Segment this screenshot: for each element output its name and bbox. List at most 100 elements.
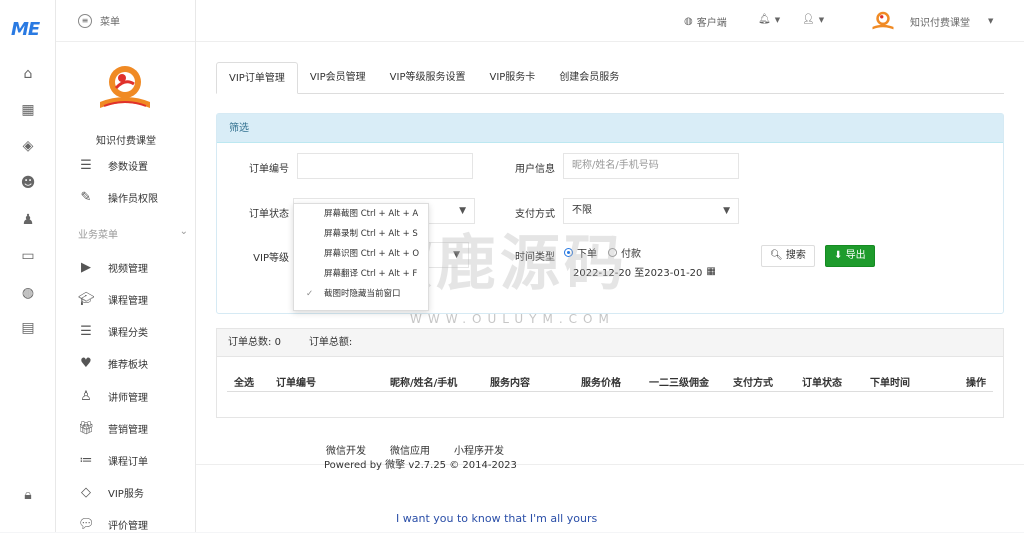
col-order-no: 订单编号 xyxy=(276,378,316,389)
gift-icon: 🎁︎ xyxy=(78,420,95,436)
check-icon: ✓ xyxy=(306,289,314,299)
footer-link-miniprogram[interactable]: 小程序开发 xyxy=(454,442,504,457)
download-icon: ⬇ xyxy=(834,250,843,261)
org-name: 知识付费课堂 xyxy=(910,17,970,29)
tab-vip-cards[interactable]: VIP服务卡 xyxy=(477,62,547,94)
client-label: 客户端 xyxy=(696,18,727,29)
divider xyxy=(227,391,993,392)
sidebar-item-course-orders[interactable]: ≔ 课程订单 xyxy=(78,451,188,469)
sidebar: ≡ 菜单 知识付费课堂 ☰ 参数设置 ✎ 操作员权限 业务菜单 ⌄ ▶ 视频管理… xyxy=(56,0,196,532)
tab-bar: VIP订单管理 VIP会员管理 VIP等级服务设置 VIP服务卡 创建会员服务 xyxy=(216,62,1004,94)
apps-icon[interactable]: ▦ xyxy=(20,102,36,118)
caret-down-icon: ▼ xyxy=(818,15,825,24)
search-label: 搜索 xyxy=(785,250,806,261)
sidebar-item-label: 讲师管理 xyxy=(108,392,148,404)
results-panel: 订单总数: 0 订单总额: 全选 订单编号 昵称/姓名/手机 服务内容 服务价格… xyxy=(216,328,1004,418)
export-button[interactable]: ⬇ 导出 xyxy=(825,245,875,267)
sidebar-item-label: 课程订单 xyxy=(108,456,148,468)
file-edit-icon: ✎ xyxy=(80,189,92,205)
filter-title: 筛选 xyxy=(217,114,1003,143)
total-orders-value: 0 xyxy=(274,337,281,348)
col-actions: 操作 xyxy=(966,378,986,389)
cube-icon[interactable]: ◈ xyxy=(20,138,36,154)
sidebar-item-vip[interactable]: ◇ VIP服务 xyxy=(78,483,188,501)
client-link[interactable]: ◍ 客户端 xyxy=(684,14,727,29)
total-amount-label: 订单总额: xyxy=(308,337,353,348)
user-info-input[interactable]: 昵称/姓名/手机号码 xyxy=(563,153,739,179)
globe-icon: ◍ xyxy=(684,16,693,27)
sidebar-item-video[interactable]: ▶ 视频管理 xyxy=(78,258,188,276)
user-lock-icon[interactable]: ♟ xyxy=(20,212,36,228)
col-pay-method: 支付方式 xyxy=(733,378,773,389)
sidebar-item-teacher[interactable]: ♙ 讲师管理 xyxy=(78,387,188,405)
search-button[interactable]: 🔍︎ 搜索 xyxy=(761,245,815,267)
sidebar-item-label: 营销管理 xyxy=(108,424,148,436)
sidebar-item-course-category[interactable]: ☰ 课程分类 xyxy=(78,322,188,340)
sidebar-item-recommend[interactable]: ♥ 推荐板块 xyxy=(78,354,188,372)
menu-item-screenshot[interactable]: 屏幕截图 Ctrl + Alt + A xyxy=(294,204,428,224)
menu-item-label: 截图时隐藏当前窗口 xyxy=(324,289,401,299)
lock-icon[interactable]: 🔒︎ xyxy=(20,487,36,503)
tab-vip-level-settings[interactable]: VIP等级服务设置 xyxy=(378,62,478,94)
sidebar-group-label: 业务菜单 xyxy=(78,230,118,241)
store-icon[interactable]: ▤ xyxy=(20,320,36,336)
footer-divider xyxy=(196,464,1024,465)
home-icon[interactable]: ⌂ xyxy=(20,66,36,82)
caret-down-icon: ▼ xyxy=(723,206,730,216)
footer-link-wechat-apps[interactable]: 微信应用 xyxy=(390,442,430,457)
play-icon: ▶ xyxy=(81,259,91,275)
sidebar-item-operator-permissions[interactable]: ✎ 操作员权限 xyxy=(78,188,188,206)
top-header: ◍ 客户端 🔔︎ ▼ 👤︎ ▼ 知识付费课堂 ▼ xyxy=(196,0,1024,42)
footer-copyright: Powered by 微擎 v2.7.25 © 2014-2023 xyxy=(324,460,517,471)
caret-down-icon: ▼ xyxy=(988,17,994,25)
tab-create-member-service[interactable]: 创建会员服务 xyxy=(547,62,631,94)
results-summary: 订单总数: 0 订单总额: xyxy=(217,329,1003,357)
caret-down-icon: ▼ xyxy=(774,15,781,24)
video-caption: I want you to know that I'm all yours xyxy=(396,512,598,525)
menu-item-ocr[interactable]: 屏幕识图 Ctrl + Alt + O xyxy=(294,244,428,264)
sidebar-item-reviews[interactable]: 💬︎ 评价管理 xyxy=(78,515,188,533)
menu-item-label: 屏幕录制 Ctrl + Alt + S xyxy=(324,229,418,239)
col-user: 昵称/姓名/手机 xyxy=(390,378,458,389)
sidebar-item-label: 视频管理 xyxy=(108,263,148,275)
menu-icon[interactable]: ≡ xyxy=(78,13,92,28)
tab-vip-members[interactable]: VIP会员管理 xyxy=(298,62,378,94)
chevron-down-icon: ⌄ xyxy=(179,226,188,237)
menu-label: 菜单 xyxy=(100,17,120,28)
col-select-all[interactable]: 全选 xyxy=(234,374,254,389)
watermark-url: WWW.OULUYM.COM xyxy=(410,312,615,326)
tab-vip-orders[interactable]: VIP订单管理 xyxy=(216,62,298,94)
org-logo-icon xyxy=(872,11,894,30)
sidebar-item-label: VIP服务 xyxy=(108,488,144,500)
sidebar-item-course[interactable]: 🎓︎ 课程管理 xyxy=(78,290,188,308)
order-no-input[interactable] xyxy=(297,153,473,179)
order-status-label: 订单状态 xyxy=(249,209,289,220)
menu-item-record[interactable]: 屏幕录制 Ctrl + Alt + S xyxy=(294,224,428,244)
heart-icon: ♥ xyxy=(80,355,92,371)
search-icon: 🔍︎ xyxy=(770,250,783,261)
total-orders-label: 订单总数: xyxy=(228,337,272,348)
monitor-icon[interactable]: ▭ xyxy=(20,248,36,264)
brand-logo xyxy=(100,66,150,108)
sidebar-group-business[interactable]: 业务菜单 ⌄ xyxy=(78,226,188,241)
users-icon[interactable]: ☻ xyxy=(20,175,36,191)
user-info-label: 用户信息 xyxy=(515,164,555,175)
sidebar-item-marketing[interactable]: 🎁︎ 营销管理 xyxy=(78,419,188,437)
sidebar-topbar[interactable]: ≡ 菜单 xyxy=(56,0,195,42)
footer-link-wechat-dev[interactable]: 微信开发 xyxy=(326,442,366,457)
list-icon: ☰ xyxy=(80,323,92,339)
menu-item-translate[interactable]: 屏幕翻译 Ctrl + Alt + F xyxy=(294,264,428,284)
menu-item-hide-window[interactable]: ✓ 截图时隐藏当前窗口 xyxy=(294,284,428,304)
brand-name: 知识付费课堂 xyxy=(96,136,156,147)
col-order-status: 订单状态 xyxy=(802,378,842,389)
sidebar-item-params[interactable]: ☰ 参数设置 xyxy=(78,156,188,174)
user-menu[interactable]: 👤︎ ▼ xyxy=(802,14,824,25)
sidebar-item-label: 操作员权限 xyxy=(108,193,158,205)
list-icon: ☰ xyxy=(80,157,92,173)
globe-icon[interactable]: ◍ xyxy=(20,285,36,301)
col-order-time: 下单时间 xyxy=(870,378,910,389)
org-switcher[interactable]: 知识付费课堂 ▼ xyxy=(870,10,993,32)
notification-menu[interactable]: 🔔︎ ▼ xyxy=(758,14,780,25)
graduation-cap-icon: 🎓︎ xyxy=(78,291,95,307)
app-logo[interactable]: ME xyxy=(11,19,40,40)
